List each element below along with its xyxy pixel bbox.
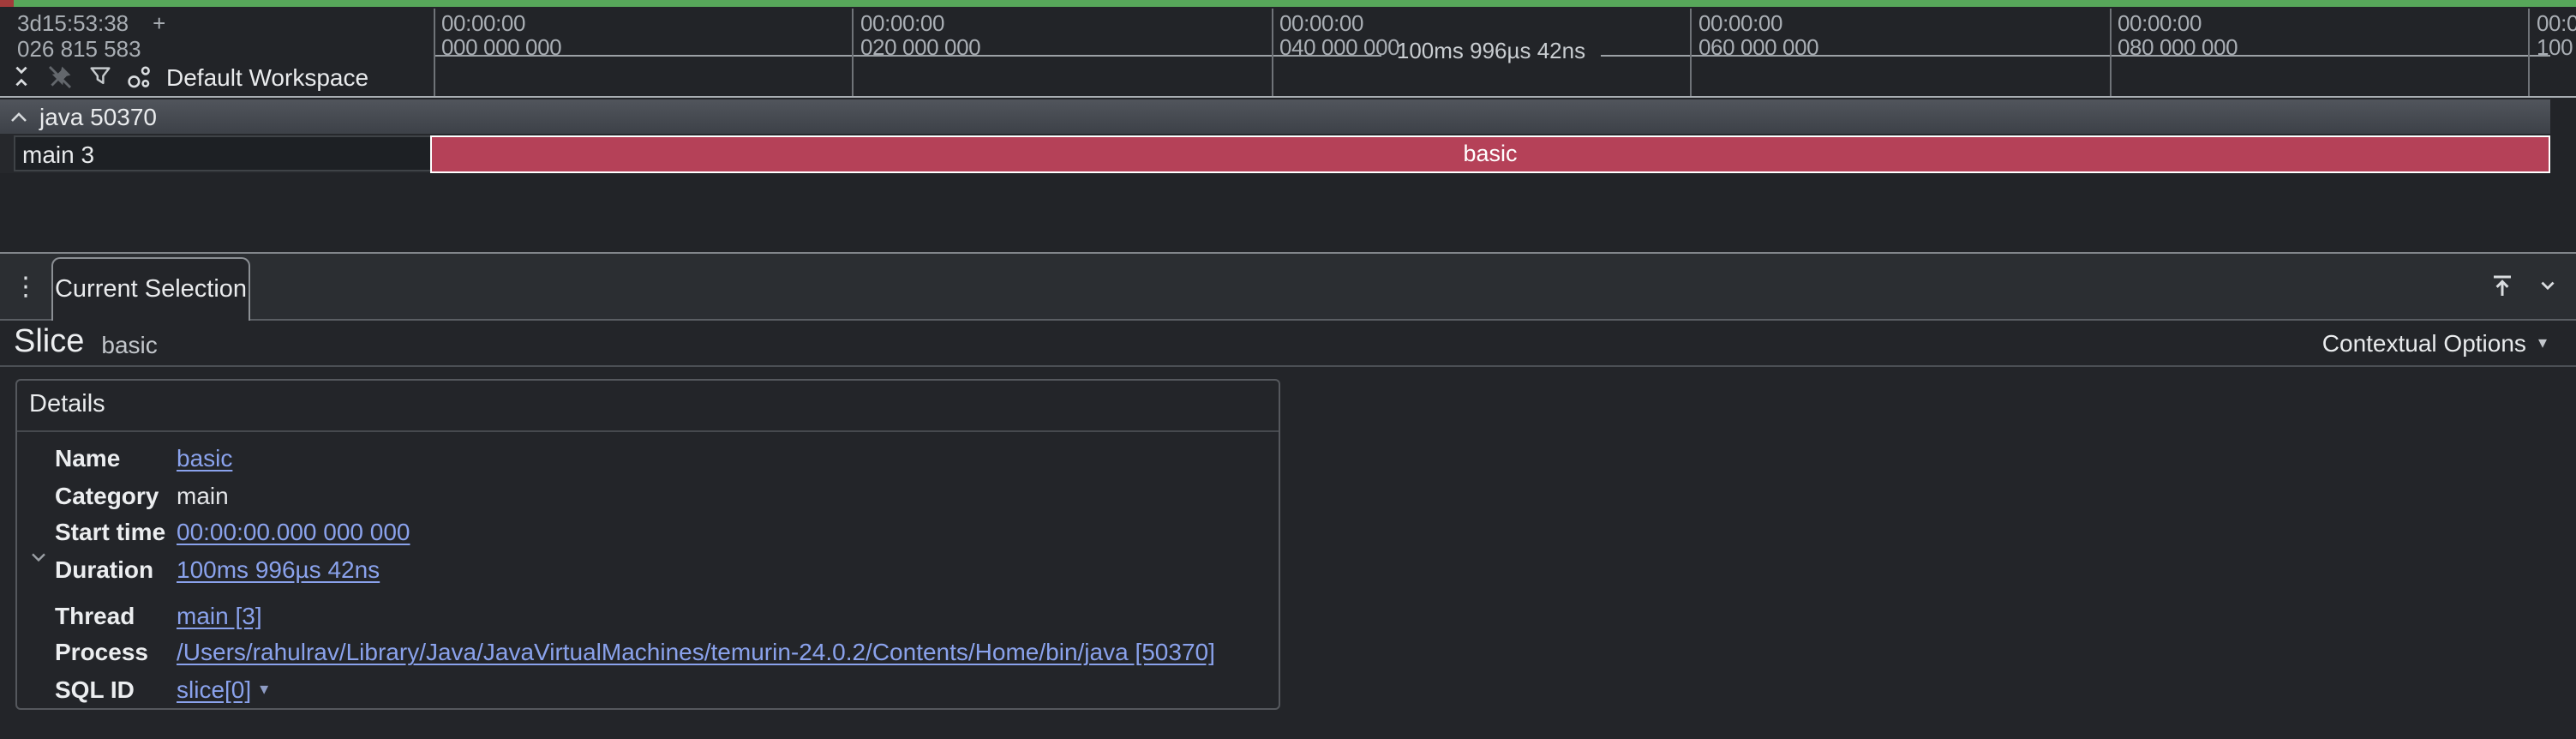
timeline-header: 3d15:53:38+026 815 583 Default Workspace… <box>0 6 2576 98</box>
dropdown-arrow-icon: ▾ <box>2538 333 2547 352</box>
collapse-panel-chevron-icon[interactable] <box>2533 272 2561 299</box>
contextual-options-label: Contextual Options <box>2322 328 2526 356</box>
tick-frac: 040 000 000 <box>1279 36 1399 61</box>
load-bar-red-segment <box>0 0 14 6</box>
detail-value: basic <box>177 445 1278 472</box>
detail-label: Process <box>55 639 177 666</box>
tab-bar-spacer <box>250 253 2489 318</box>
detail-value: main [3] <box>177 602 1278 629</box>
detail-value-link[interactable]: 100ms 996µs 42ns <box>177 556 380 583</box>
detail-row: Namebasic <box>16 440 1278 477</box>
thread-track-row: main 3 basic <box>0 134 2550 173</box>
details-card: Details NamebasicCategorymainStart time0… <box>15 378 1279 709</box>
ruler-tick-label: 00:00:00020 000 000 <box>860 11 980 61</box>
tick-frac: 000 000 000 <box>441 36 561 61</box>
trace-load-bar <box>0 0 2576 6</box>
detail-label: Duration <box>55 556 177 583</box>
duration-expand-icon[interactable] <box>30 552 45 562</box>
tab-menu-kebab-icon[interactable]: ⋮ <box>0 253 51 318</box>
details-card-header: Details <box>16 380 1278 431</box>
tab-bar-actions <box>2489 253 2576 318</box>
details-rows: NamebasicCategorymainStart time00:00:00.… <box>16 431 1278 707</box>
selection-duration-label: 100ms 996µs 42ns <box>1397 37 1585 63</box>
tick-frac: 100 000 000 <box>2537 36 2576 61</box>
detail-label: Category <box>55 482 177 509</box>
detail-value: /Users/rahulrav/Library/Java/JavaVirtual… <box>177 639 1278 666</box>
ruler-gridline <box>1690 8 1692 96</box>
detail-row: SQL IDslice[0] ▾ <box>16 670 1278 707</box>
slice-label: basic <box>1463 141 1517 166</box>
time-ruler[interactable]: 100ms 996µs 42ns 00:00:00000 000 00000:0… <box>0 6 2576 96</box>
tick-frac: 080 000 000 <box>2118 36 2238 61</box>
detail-value-link[interactable]: main [3] <box>177 602 262 629</box>
ruler-tick-label: 00:00:00000 000 000 <box>441 11 561 61</box>
tick-time: 00:00:00 <box>2118 11 2238 36</box>
ruler-tick-label: 00:00:00100 000 000 <box>2537 11 2576 61</box>
track-group-java[interactable]: java 50370 <box>0 99 2550 134</box>
slice-basic[interactable]: basic <box>430 135 2550 172</box>
detail-label: Thread <box>55 602 177 629</box>
tick-time: 00:00:00 <box>1698 11 1818 36</box>
ruler-tick-label: 00:00:00060 000 000 <box>1698 11 1818 61</box>
tick-time: 00:00:00 <box>2537 11 2576 36</box>
ruler-gridline <box>2109 8 2111 96</box>
detail-row: Process/Users/rahulrav/Library/Java/Java… <box>16 634 1278 670</box>
perfetto-app: 3d15:53:38+026 815 583 Default Workspace… <box>0 0 2576 739</box>
detail-value: 100ms 996µs 42ns <box>177 556 1278 583</box>
ruler-tick-label: 00:00:00080 000 000 <box>2118 11 2238 61</box>
detail-row: Categorymain <box>16 477 1278 514</box>
tab-label: Current Selection <box>55 276 247 303</box>
load-bar-green-segment <box>14 0 2576 6</box>
chevron-up-icon <box>9 110 29 125</box>
detail-row: Duration100ms 996µs 42ns <box>16 550 1278 587</box>
tick-time: 00:00:00 <box>860 11 980 36</box>
detail-value-link[interactable]: slice[0] <box>177 676 251 703</box>
detail-label: Start time <box>55 519 177 546</box>
detail-value-link[interactable]: /Users/rahulrav/Library/Java/JavaVirtual… <box>177 639 1215 666</box>
detail-value-text: main <box>177 482 229 509</box>
ruler-gridline <box>1271 8 1273 96</box>
selection-name-subtitle: basic <box>101 330 157 357</box>
detail-label: SQL ID <box>55 676 177 703</box>
tick-time: 00:00:00 <box>441 11 561 36</box>
track-name-label: main 3 <box>22 140 94 167</box>
detail-value: slice[0] ▾ <box>177 676 1278 703</box>
selection-type-title: Slice <box>14 323 84 361</box>
detail-value: 00:00:00.000 000 000 <box>177 519 1278 546</box>
detail-row: Start time00:00:00.000 000 000 <box>16 514 1278 550</box>
selection-panel-header: Slice basic Contextual Options ▾ <box>0 320 2576 366</box>
tick-frac: 020 000 000 <box>860 36 980 61</box>
current-selection-panel: Slice basic Contextual Options ▾ Details… <box>0 320 2576 739</box>
tick-frac: 060 000 000 <box>1698 36 1818 61</box>
detail-row: Threadmain [3] <box>16 597 1278 634</box>
detail-value-link[interactable]: 00:00:00.000 000 000 <box>177 519 410 546</box>
ruler-gridline <box>433 8 434 96</box>
tab-current-selection[interactable]: Current Selection <box>51 257 250 320</box>
contextual-options-button[interactable]: Contextual Options ▾ <box>2322 328 2547 356</box>
detail-label: Name <box>55 445 177 472</box>
expand-panel-icon[interactable] <box>2489 272 2516 299</box>
tick-time: 00:00:00 <box>1279 11 1399 36</box>
detail-value-link[interactable]: basic <box>177 445 232 472</box>
track-name-cell[interactable]: main 3 <box>14 135 431 171</box>
bottom-tab-bar: ⋮ Current Selection <box>0 251 2576 320</box>
track-group-label: java 50370 <box>39 103 157 130</box>
detail-value: main <box>177 482 1278 509</box>
ruler-gridline <box>852 8 854 96</box>
ruler-gridline <box>2528 8 2530 96</box>
sql-id-dropdown-arrow-icon[interactable]: ▾ <box>260 681 268 700</box>
ruler-tick-label: 00:00:00040 000 000 <box>1279 11 1399 61</box>
